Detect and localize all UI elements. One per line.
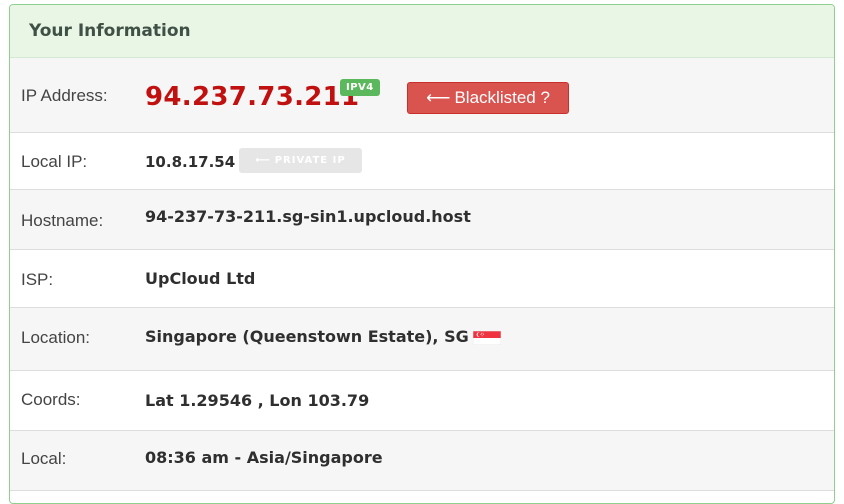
private-ip-button[interactable]: ⟵ PRIVATE IP [239, 148, 362, 173]
coords-label: Coords: [21, 390, 81, 409]
local-time-label: Local: [21, 449, 67, 468]
your-information-panel: Your Information IP Address: 94.237.73.2… [9, 4, 835, 504]
hostname-value[interactable]: 94-237-73-211.sg-sin1.upcloud.host [145, 207, 471, 226]
panel-title: Your Information [10, 5, 834, 58]
local-time-row: Local: 08:36 am - Asia/Singapore [10, 431, 834, 491]
singapore-flag-icon [473, 331, 501, 345]
blacklisted-button[interactable]: ⟵ Blacklisted ? [407, 82, 569, 114]
arrow-left-icon: ⟵ [426, 88, 451, 107]
local-time-value[interactable]: 08:36 am - Asia/Singapore [145, 448, 383, 467]
local-ip-label: Local IP: [21, 152, 88, 171]
local-ip-row: Local IP: 10.8.17.54 ⟵ PRIVATE IP [10, 133, 834, 190]
arrow-left-icon: ⟵ [255, 155, 271, 166]
ip-address-row: IP Address: 94.237.73.211 IPV4 ⟵ Blackli… [10, 58, 834, 133]
private-ip-button-label: PRIVATE IP [274, 155, 346, 166]
isp-label: ISP: [21, 270, 54, 289]
blacklisted-button-label: Blacklisted ? [454, 88, 550, 107]
ip-address-value[interactable]: 94.237.73.211 [145, 82, 359, 112]
local-ip-value[interactable]: 10.8.17.54 [145, 153, 235, 171]
hostname-label: Hostname: [21, 211, 104, 230]
ipv4-badge: IPV4 [340, 79, 380, 96]
location-value[interactable]: Singapore (Queenstown Estate), SG ⟵ [145, 327, 497, 346]
coords-row: Coords: Lat 1.29546 , Lon 103.79 [10, 371, 834, 431]
location-row: Location: Singapore (Queenstown Estate),… [10, 308, 834, 371]
location-label: Location: [21, 328, 90, 347]
hostname-row: Hostname: 94-237-73-211.sg-sin1.upcloud.… [10, 190, 834, 250]
isp-row: ISP: UpCloud Ltd [10, 250, 834, 308]
isp-value[interactable]: UpCloud Ltd [145, 269, 255, 288]
coords-value[interactable]: Lat 1.29546 , Lon 103.79 [145, 391, 369, 410]
ip-address-label: IP Address: [21, 86, 108, 105]
